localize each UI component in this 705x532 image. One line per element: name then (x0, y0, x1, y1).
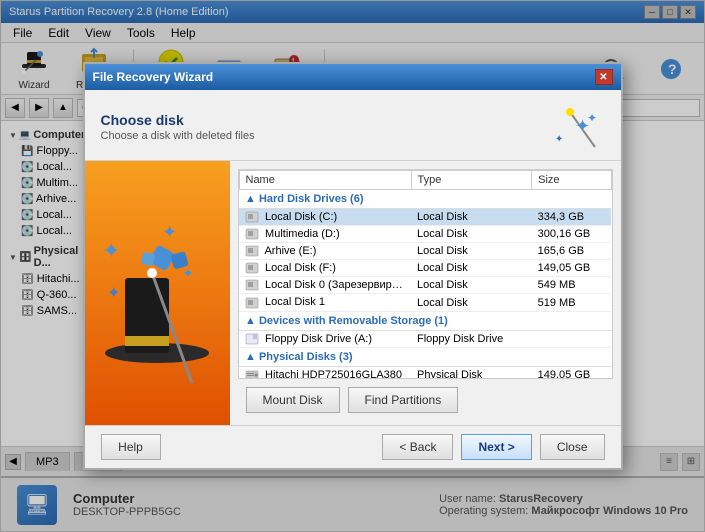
table-row[interactable]: Local Disk (F:) Local Disk 149,05 GB (239, 260, 611, 277)
group-removable-label: ▲ Devices with Removable Storage (1) (239, 311, 611, 330)
wizard-hat-illustration: ✦ ✦ ✦ ✦ (97, 198, 217, 388)
disk-type: Local Disk (411, 277, 532, 294)
modal-image-panel: ✦ ✦ ✦ ✦ (85, 161, 230, 425)
disk-size: 519 MB (532, 294, 611, 311)
disk-table: Name Type Size ▲ Hard Di (239, 170, 612, 379)
table-row[interactable]: Floppy Disk Drive (A:) Floppy Disk Drive (239, 330, 611, 347)
disk-action-buttons: Mount Disk Find Partitions (238, 379, 613, 417)
svg-text:✦: ✦ (162, 222, 177, 242)
modal-header-text: Choose disk Choose a disk with deleted f… (101, 112, 255, 142)
disk-scroll-container[interactable]: Name Type Size ▲ Hard Di (238, 169, 613, 379)
modal-close-button[interactable]: ✕ (595, 69, 613, 85)
table-row[interactable]: Local Disk 0 (Зарезервиро... Local Disk … (239, 277, 611, 294)
modal-title: File Recovery Wizard (93, 70, 595, 84)
modal-subheading: Choose a disk with deleted files (101, 130, 255, 142)
disk-type: Physical Disk (411, 366, 532, 379)
disk-size: 149,05 GB (532, 366, 611, 379)
disk-size (532, 330, 611, 347)
disk-type: Local Disk (411, 243, 532, 260)
modal-title-bar: File Recovery Wizard ✕ (85, 64, 621, 90)
svg-text:✦: ✦ (182, 265, 194, 281)
disk-size: 149,05 GB (532, 260, 611, 277)
disk-name: Floppy Disk Drive (A:) (239, 330, 411, 347)
find-partitions-button[interactable]: Find Partitions (348, 387, 459, 413)
file-recovery-wizard-modal: File Recovery Wizard ✕ Choose disk Choos… (83, 62, 623, 470)
disk-size: 334,3 GB (532, 209, 611, 226)
disk-type: Local Disk (411, 226, 532, 243)
table-row[interactable]: Local Disk (C:) Local Disk 334,3 GB (239, 209, 611, 226)
disk-type: Local Disk (411, 209, 532, 226)
col-name: Name (239, 171, 411, 190)
table-row[interactable]: Local Disk 1 Local Disk 519 MB (239, 294, 611, 311)
modal-right-panel: Name Type Size ▲ Hard Di (230, 161, 621, 425)
back-button[interactable]: < Back (382, 434, 453, 460)
svg-text:✦: ✦ (555, 134, 563, 145)
disk-name: Hitachi HDP725016GLA380 (239, 366, 411, 379)
modal-body: ✦ ✦ ✦ ✦ (85, 161, 621, 425)
mount-disk-button[interactable]: Mount Disk (246, 387, 340, 413)
disk-name: Local Disk 1 (239, 294, 411, 311)
svg-text:✦: ✦ (102, 238, 120, 263)
modal-footer: Help < Back Next > Close (85, 425, 621, 468)
group-removable-collapse[interactable]: ▲ (245, 315, 256, 327)
app-window: Starus Partition Recovery 2.8 (Home Edit… (0, 0, 705, 532)
col-size: Size (532, 171, 611, 190)
modal-heading: Choose disk (101, 112, 255, 128)
close-dialog-button[interactable]: Close (540, 434, 605, 460)
group-hdd-collapse[interactable]: ▲ (245, 193, 256, 205)
disk-type: Local Disk (411, 294, 532, 311)
group-physical: ▲ Physical Disks (3) (239, 347, 611, 366)
disk-type: Floppy Disk Drive (411, 330, 532, 347)
table-row[interactable]: Multimedia (D:) Local Disk 300,16 GB (239, 226, 611, 243)
svg-text:✦: ✦ (587, 111, 597, 125)
group-physical-collapse[interactable]: ▲ (245, 351, 256, 363)
group-hdd-label: ▲ Hard Disk Drives (6) (239, 190, 611, 209)
disk-name: Multimedia (D:) (239, 226, 411, 243)
group-hdd: ▲ Hard Disk Drives (6) (239, 190, 611, 209)
group-physical-label: ▲ Physical Disks (3) (239, 347, 611, 366)
svg-text:✦: ✦ (107, 285, 120, 302)
modal-header: Choose disk Choose a disk with deleted f… (85, 90, 621, 161)
help-button[interactable]: Help (101, 434, 161, 460)
disk-type: Local Disk (411, 260, 532, 277)
table-row[interactable]: Hitachi HDP725016GLA380 Physical Disk 14… (239, 366, 611, 379)
table-row[interactable]: Arhive (E:) Local Disk 165,6 GB (239, 243, 611, 260)
modal-wizard-icon: ✦ ✦ ✦ (545, 102, 605, 152)
modal-footer-left: Help (101, 434, 375, 460)
disk-name: Local Disk (F:) (239, 260, 411, 277)
next-button[interactable]: Next > (461, 434, 531, 460)
group-removable: ▲ Devices with Removable Storage (1) (239, 311, 611, 330)
disk-size: 165,6 GB (532, 243, 611, 260)
disk-name: Arhive (E:) (239, 243, 411, 260)
disk-name: Local Disk (C:) (239, 209, 411, 226)
col-type: Type (411, 171, 532, 190)
disk-size: 549 MB (532, 277, 611, 294)
disk-size: 300,16 GB (532, 226, 611, 243)
modal-overlay: File Recovery Wizard ✕ Choose disk Choos… (1, 1, 704, 531)
disk-name: Local Disk 0 (Зарезервиро... (239, 277, 411, 294)
